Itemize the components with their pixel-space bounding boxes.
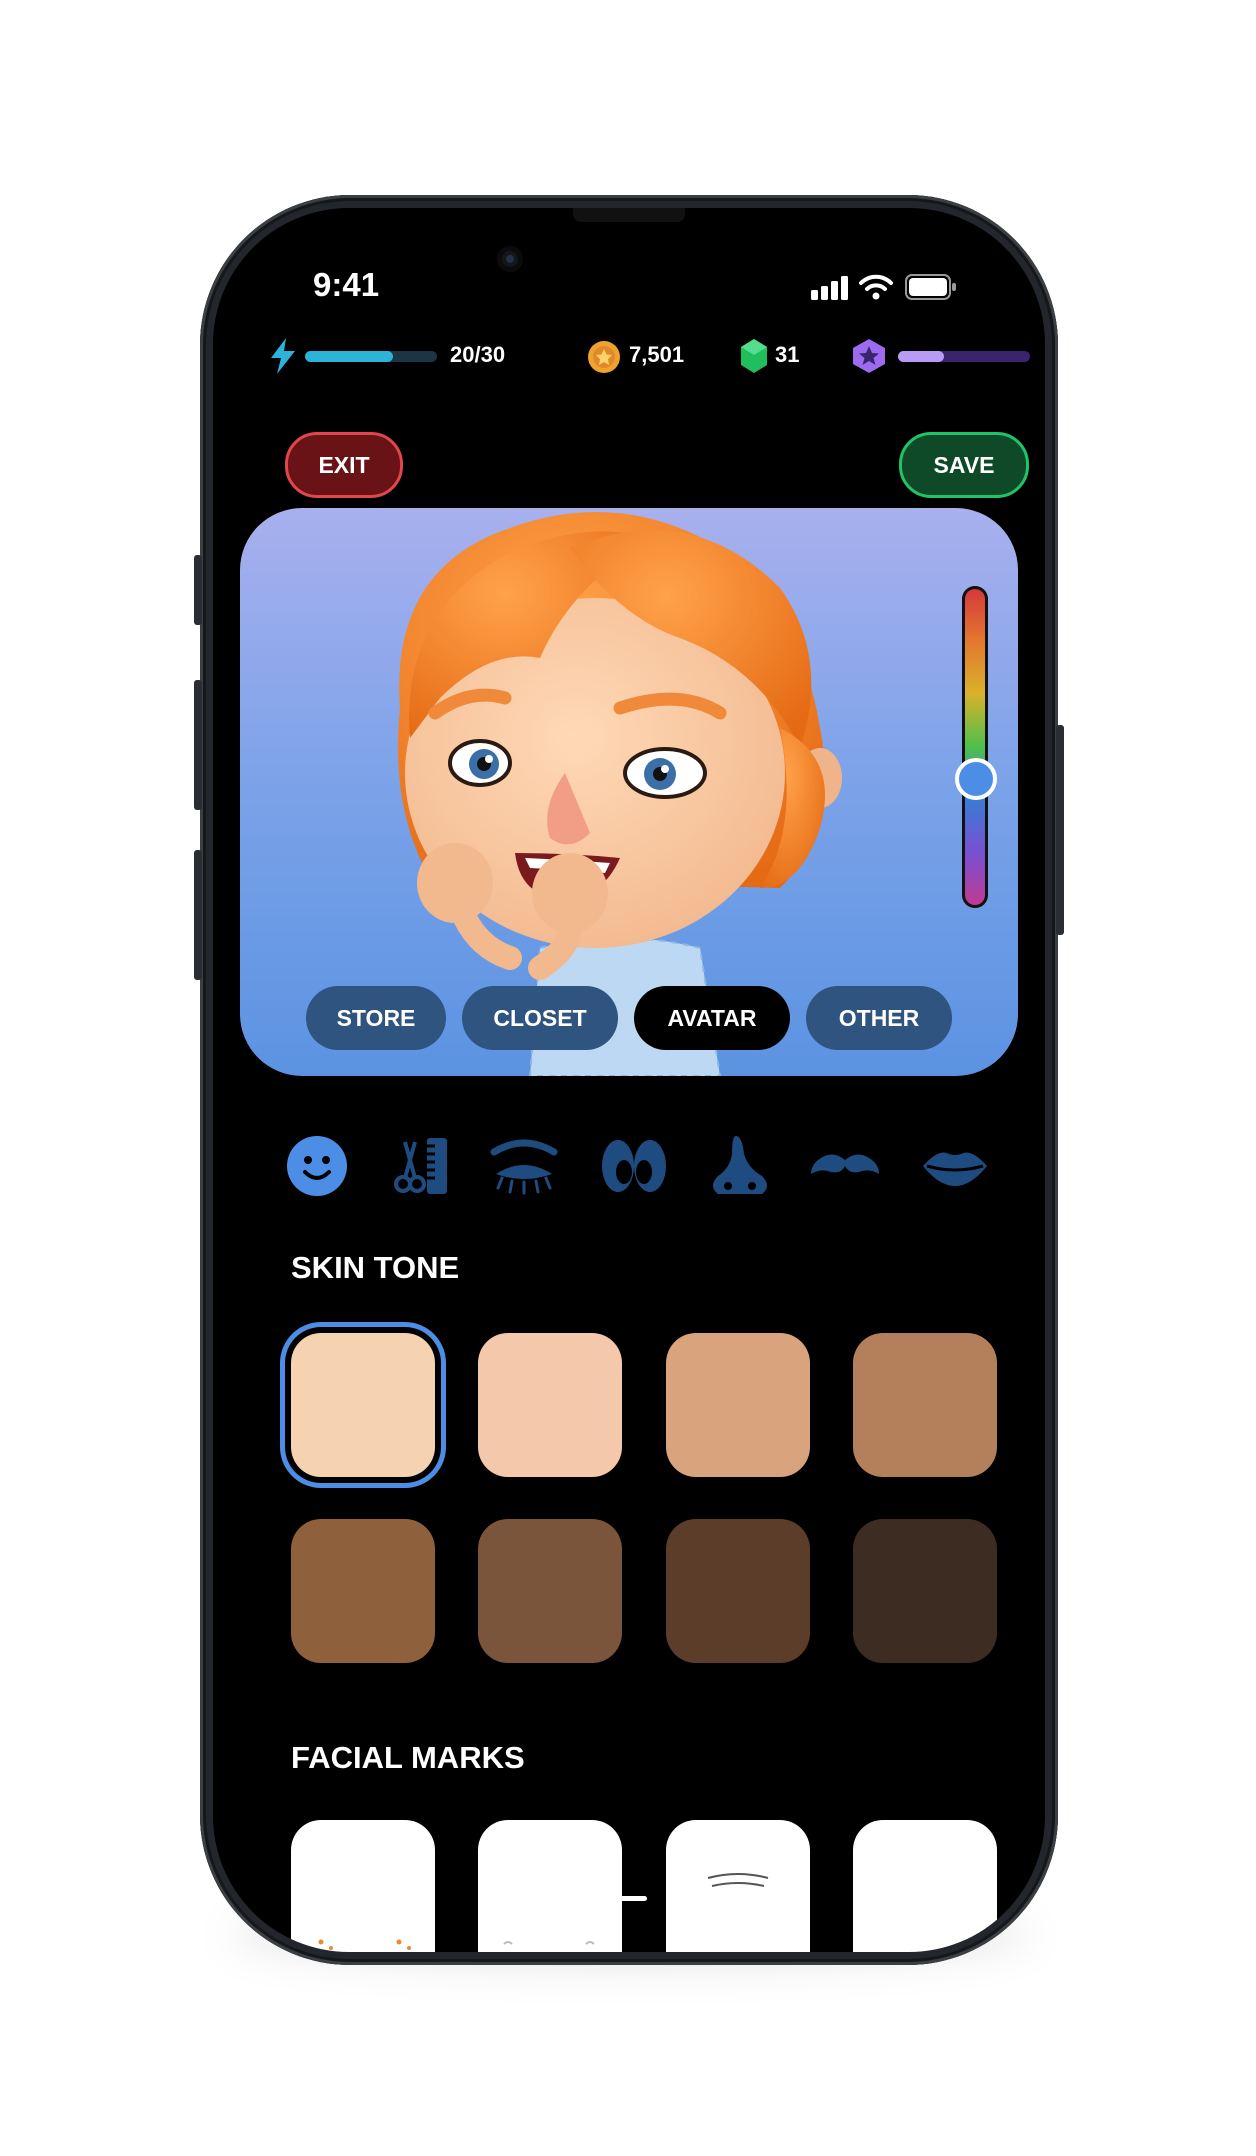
- coin-icon: [588, 341, 620, 373]
- mustache-icon[interactable]: [809, 1134, 881, 1198]
- tab-other[interactable]: OTHER: [806, 986, 952, 1050]
- speaker-grill: [573, 208, 685, 222]
- front-camera: [497, 246, 523, 272]
- avatar-preview[interactable]: STORE CLOSET AVATAR OTHER: [240, 508, 1018, 1076]
- volume-down-button: [194, 850, 202, 980]
- skin-tone-swatch[interactable]: [291, 1333, 435, 1477]
- tab-other-label: OTHER: [838, 1004, 920, 1031]
- tab-avatar-label: AVATAR: [667, 1004, 757, 1031]
- skin-tone-swatch[interactable]: [852, 1333, 997, 1477]
- face-icon[interactable]: [285, 1134, 349, 1198]
- save-label: SAVE: [933, 451, 995, 478]
- gem-icon: [741, 339, 767, 373]
- status-time: 9:41: [313, 266, 380, 303]
- power-button: [1056, 725, 1064, 935]
- tab-closet-label: CLOSET: [493, 1004, 587, 1031]
- skin-tone-swatch[interactable]: [291, 1519, 435, 1663]
- color-slider-track[interactable]: [962, 586, 988, 908]
- exit-button[interactable]: EXIT: [285, 432, 403, 498]
- nose-icon[interactable]: [708, 1134, 772, 1198]
- skin-tone-title: SKIN TONE: [291, 1250, 460, 1285]
- facial-mark-option[interactable]: [478, 1820, 623, 1952]
- mute-switch: [194, 555, 202, 625]
- tab-closet[interactable]: CLOSET: [462, 986, 618, 1050]
- skin-tone-swatch[interactable]: [478, 1519, 623, 1663]
- energy-bar: [305, 351, 437, 362]
- skin-tone-swatch[interactable]: [665, 1333, 810, 1477]
- lips-icon[interactable]: [919, 1134, 991, 1198]
- exit-label: EXIT: [318, 451, 370, 478]
- phone-screen: 9:41 20/30 7,501 31 EXIT SAVE STORE CLOS…: [213, 208, 1045, 1952]
- forehead-lines-icon: [707, 1873, 768, 1887]
- facial-mark-option[interactable]: [852, 1820, 997, 1952]
- gem-count: 31: [775, 342, 800, 367]
- battery-icon: [905, 274, 956, 300]
- star-badge-icon: [853, 339, 885, 373]
- skin-tone-swatch[interactable]: [852, 1519, 997, 1663]
- home-indicator: [613, 1896, 647, 1901]
- facial-mark-option[interactable]: [665, 1820, 810, 1952]
- energy-count: 20/30: [450, 342, 506, 367]
- tab-bar: STORE CLOSET AVATAR OTHER: [240, 986, 1018, 1050]
- tab-store[interactable]: STORE: [306, 986, 446, 1050]
- eyebrow-icon[interactable]: [488, 1134, 560, 1198]
- facial-mark-option[interactable]: [291, 1820, 435, 1952]
- dimples-icon: [503, 1941, 596, 1945]
- save-button[interactable]: SAVE: [899, 432, 1029, 498]
- tab-store-label: STORE: [336, 1004, 416, 1031]
- skin-tone-swatch[interactable]: [665, 1519, 810, 1663]
- level-bar-fill: [898, 351, 945, 362]
- category-bar: [285, 1130, 991, 1202]
- skin-tone-swatch[interactable]: [478, 1333, 623, 1477]
- hair-tools-icon[interactable]: [387, 1134, 451, 1198]
- cellular-signal-icon: [811, 276, 848, 300]
- level-bar: [898, 351, 1030, 362]
- color-slider-knob[interactable]: [955, 758, 997, 801]
- lightning-icon: [271, 338, 295, 374]
- freckles-icon: [318, 1939, 411, 1950]
- wifi-icon: [859, 274, 893, 300]
- volume-up-button: [194, 680, 202, 810]
- coin-count: 7,501: [629, 342, 685, 367]
- facial-marks-title: FACIAL MARKS: [291, 1740, 525, 1775]
- tab-avatar[interactable]: AVATAR: [634, 986, 790, 1050]
- eyes-icon[interactable]: [598, 1134, 670, 1198]
- energy-bar-fill: [305, 351, 393, 362]
- facial-marks-grid: [291, 1820, 997, 1952]
